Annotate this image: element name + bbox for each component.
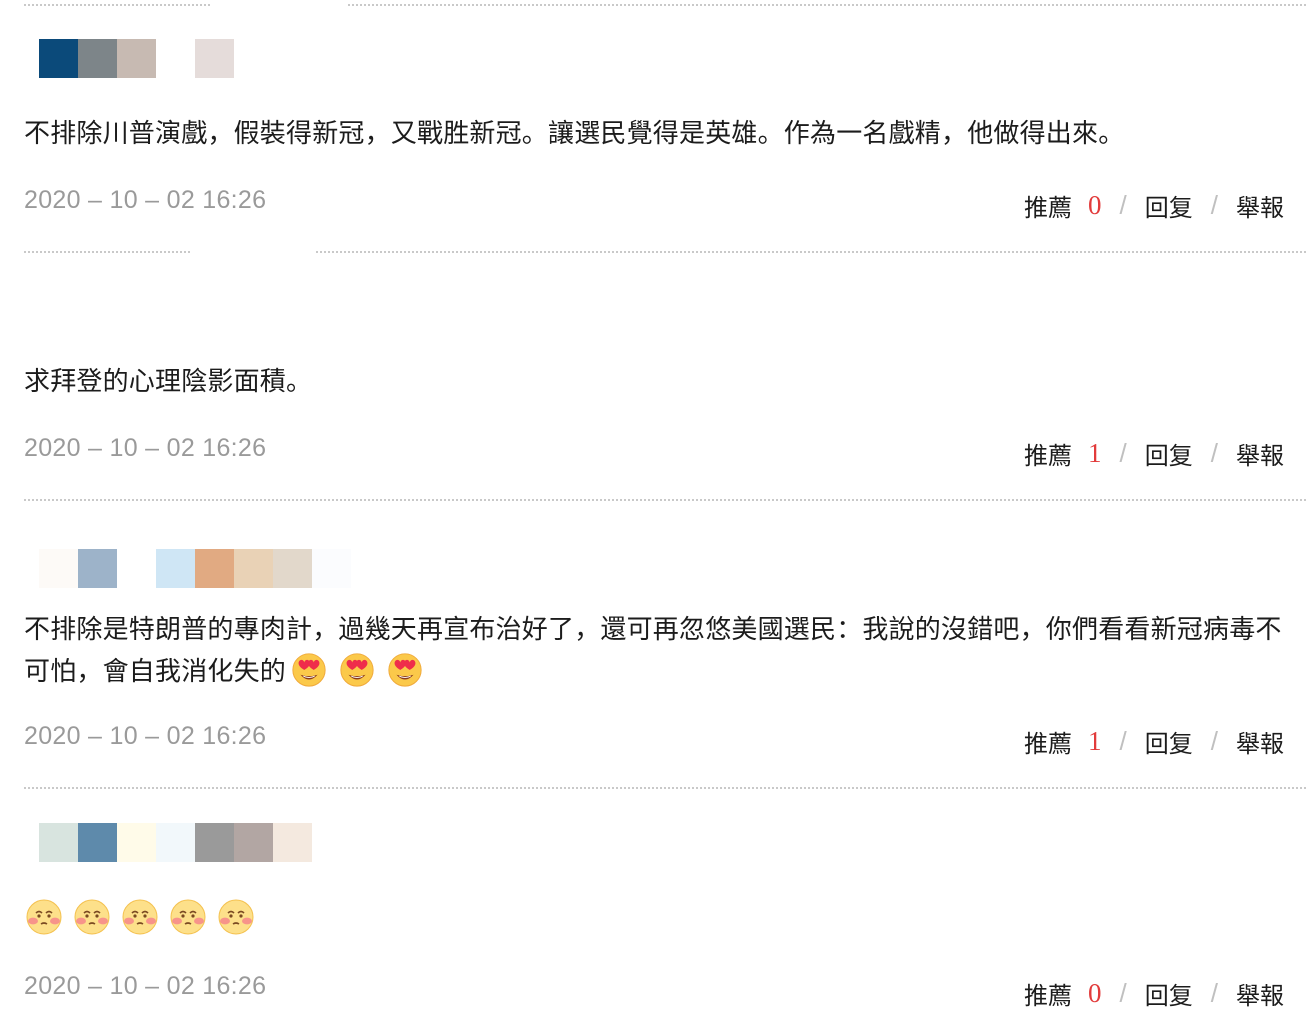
avatar-pixel: [78, 549, 117, 588]
avatar-pixel: [273, 549, 312, 588]
blush-emoji-icon: [26, 899, 62, 935]
avatar-pixel: [195, 823, 234, 862]
heart-eyes-emoji-icon: [340, 653, 374, 687]
comment-timestamp: 2020 – 10 – 02 16:26: [24, 722, 267, 750]
report-button[interactable]: 舉報: [1236, 976, 1284, 1011]
avatar-pixel: [234, 549, 273, 588]
recommend-count: 1: [1088, 726, 1102, 756]
avatar-pixel: [117, 823, 156, 862]
heart-eyes-emoji-icon: [388, 653, 422, 687]
blush-emoji-icon: [170, 899, 206, 935]
comment-text: 不排除川普演戲，假裝得新冠，又戰胜新冠。讓選民覺得是英雄。作為一名戲精，他做得出…: [24, 119, 1125, 149]
action-separator: /: [1210, 190, 1218, 220]
avatar-pixel: [234, 823, 273, 862]
comment-text-content: 不排除是特朗普的專肉計，過幾天再宣布治好了，還可再忽悠美國選民：我說的沒錯吧，你…: [24, 615, 1282, 687]
avatar-pixel: [78, 39, 117, 78]
action-separator: /: [1119, 726, 1127, 756]
reply-button[interactable]: 回复: [1145, 188, 1193, 223]
recommend-button[interactable]: 推薦: [1024, 436, 1072, 471]
avatar-pixel: [156, 823, 195, 862]
blush-emoji-icon: [122, 899, 158, 935]
comment-actions: 推薦 0 / 回复 / 舉報: [1024, 976, 1284, 1011]
comment-actions: 推薦 1 / 回复 / 舉報: [1024, 436, 1284, 471]
action-separator: /: [1119, 190, 1127, 220]
avatar-pixel: [156, 549, 195, 588]
comment-item: 2020 – 10 – 02 16:26 推薦 0 / 回复 / 舉報: [0, 788, 1306, 1036]
avatar-pixel: [78, 823, 117, 862]
blush-emoji-icon: [218, 899, 254, 935]
recommend-button[interactable]: 推薦: [1024, 188, 1072, 223]
comment-actions: 推薦 0 / 回复 / 舉報: [1024, 188, 1284, 223]
report-button[interactable]: 舉報: [1236, 188, 1284, 223]
avatar-pixel: [195, 549, 234, 588]
avatar[interactable]: [39, 823, 312, 862]
reply-button[interactable]: 回复: [1145, 976, 1193, 1011]
avatar-pixel: [273, 823, 312, 862]
avatar-pixel: [39, 823, 78, 862]
avatar-pixel: [39, 39, 78, 78]
comment-item: 求拜登的心理陰影面積。 2020 – 10 – 02 16:26 推薦 1 / …: [0, 252, 1306, 500]
recommend-count: 0: [1088, 190, 1102, 220]
avatar-pixel: [39, 549, 78, 588]
comment-text: 不排除是特朗普的專肉計，過幾天再宣布治好了，還可再忽悠美國選民：我說的沒錯吧，你…: [24, 610, 1294, 692]
action-separator: /: [1210, 978, 1218, 1008]
action-separator: /: [1210, 726, 1218, 756]
comment-actions: 推薦 1 / 回复 / 舉報: [1024, 724, 1284, 759]
comment-timestamp: 2020 – 10 – 02 16:26: [24, 434, 267, 462]
comment-item: 不排除川普演戲，假裝得新冠，又戰胜新冠。讓選民覺得是英雄。作為一名戲精，他做得出…: [0, 0, 1306, 250]
recommend-count: 1: [1088, 438, 1102, 468]
comment-item: 不排除是特朗普的專肉計，過幾天再宣布治好了，還可再忽悠美國選民：我說的沒錯吧，你…: [0, 500, 1306, 788]
comment-timestamp: 2020 – 10 – 02 16:26: [24, 972, 267, 1000]
reply-button[interactable]: 回复: [1145, 724, 1193, 759]
recommend-count: 0: [1088, 978, 1102, 1008]
action-separator: /: [1119, 438, 1127, 468]
recommend-button[interactable]: 推薦: [1024, 724, 1072, 759]
reply-button[interactable]: 回复: [1145, 436, 1193, 471]
action-separator: /: [1210, 438, 1218, 468]
comment-timestamp: 2020 – 10 – 02 16:26: [24, 186, 267, 214]
heart-eyes-emoji-icon: [292, 653, 326, 687]
report-button[interactable]: 舉報: [1236, 436, 1284, 471]
emoji-row: [24, 896, 256, 936]
action-separator: /: [1119, 978, 1127, 1008]
avatar-pixel: [117, 39, 156, 78]
comment-text: 求拜登的心理陰影面積。: [24, 367, 313, 397]
avatar-pixel: [156, 39, 195, 78]
report-button[interactable]: 舉報: [1236, 724, 1284, 759]
avatar-pixel: [195, 39, 234, 78]
avatar[interactable]: [39, 549, 351, 588]
recommend-button[interactable]: 推薦: [1024, 976, 1072, 1011]
avatar-pixel: [312, 549, 351, 588]
avatar-pixel: [117, 549, 156, 588]
blush-emoji-icon: [74, 899, 110, 935]
avatar[interactable]: [39, 39, 234, 78]
